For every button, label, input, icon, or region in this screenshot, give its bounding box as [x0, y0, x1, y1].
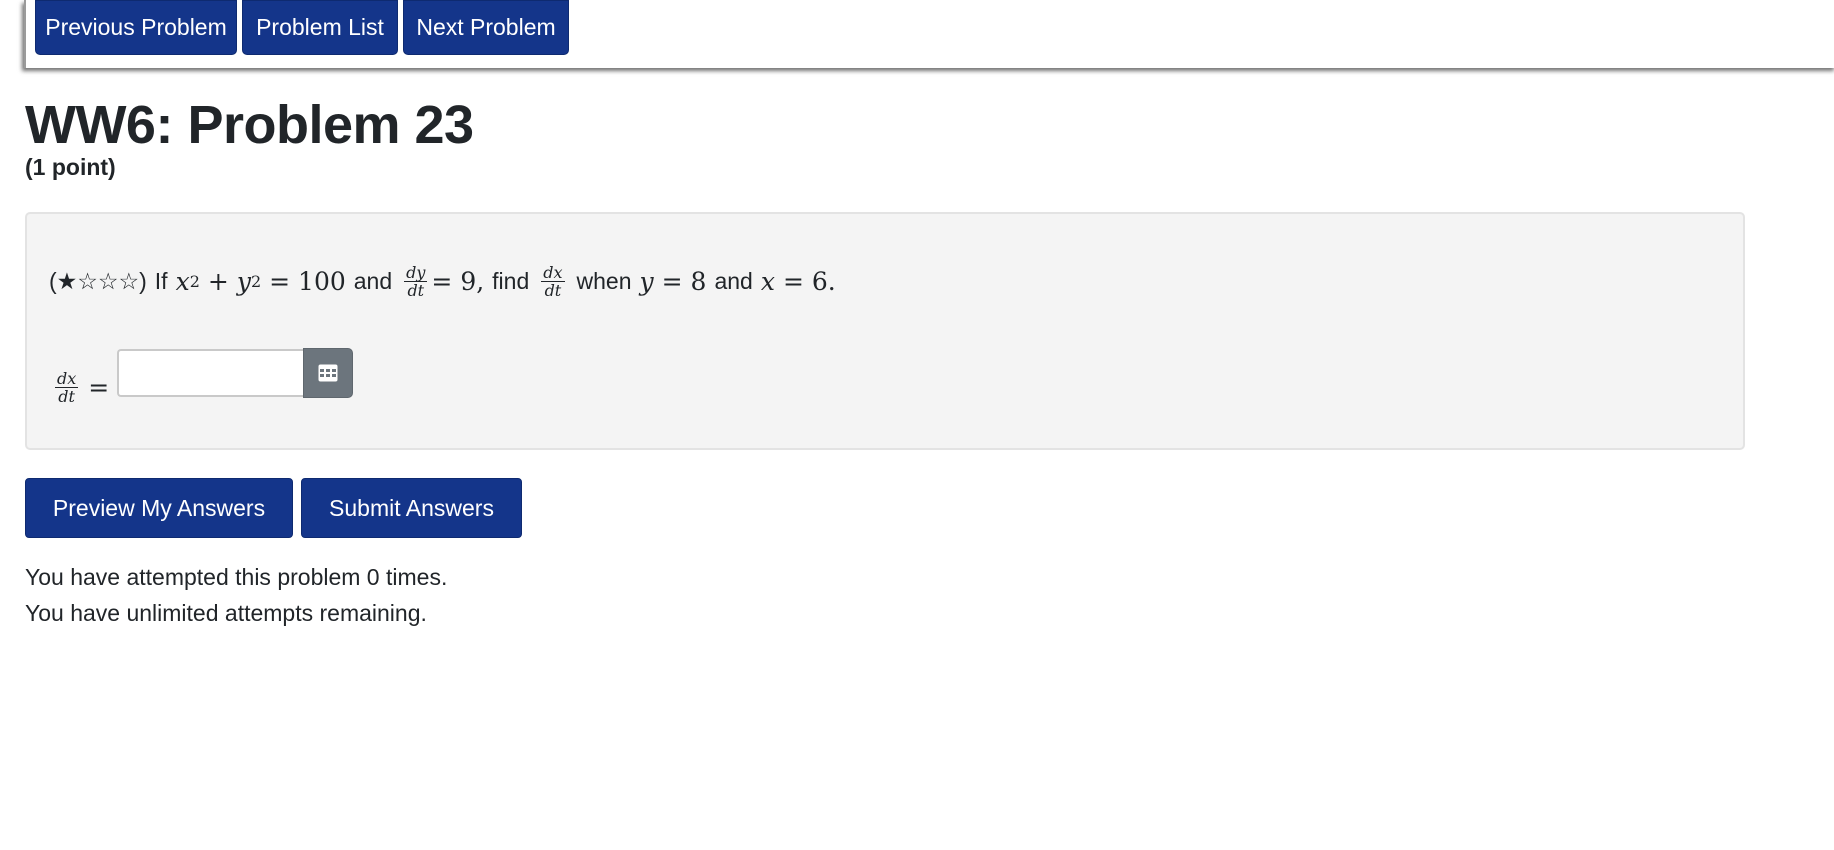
fraction-dy-dt: dy dt — [404, 263, 428, 300]
problem-points: (1 point) — [25, 154, 116, 180]
statement-text-and: and — [353, 268, 393, 294]
math-x: x — [175, 267, 190, 296]
math-cond-y: y — [639, 267, 654, 296]
answer-equals-sign: = — [88, 373, 110, 402]
math-plus: + — [207, 267, 229, 296]
next-problem-button[interactable]: Next Problem — [403, 0, 569, 55]
statement-text-and-2: and — [714, 268, 753, 294]
submit-answers-button[interactable]: Submit Answers — [301, 478, 522, 538]
fraction-numerator: dx — [55, 369, 79, 388]
statement-text-when: when — [576, 268, 632, 294]
math-cond-x: x — [760, 267, 775, 296]
remaining-attempts-status: You have unlimited attempts remaining. — [25, 600, 427, 626]
fraction-numerator: dy — [404, 263, 428, 282]
math-exponent: 2 — [189, 272, 200, 291]
fraction-denominator: dt — [407, 281, 425, 300]
attempts-status: You have attempted this problem 0 times. — [25, 564, 448, 590]
statement-text-find: find — [492, 268, 530, 294]
answer-label: dx dt = — [51, 370, 109, 405]
equation-editor-button[interactable] — [303, 347, 354, 398]
fraction-numerator: dx — [541, 263, 565, 282]
grid-icon — [318, 364, 338, 381]
math-y: y — [236, 267, 251, 296]
math-eq1-rhs: = 100 — [269, 267, 346, 296]
fraction-denominator: dt — [58, 387, 75, 406]
preview-answers-button[interactable]: Preview My Answers — [25, 478, 293, 538]
math-exponent: 2 — [250, 272, 262, 291]
problem-statement: (★☆☆☆) If x2 + y2 = 100 and dy dt = 9, f… — [49, 264, 836, 299]
previous-problem-button[interactable]: Previous Problem — [35, 0, 237, 55]
difficulty-rating: (★☆☆☆) — [49, 268, 147, 294]
statement-text-if: If — [154, 268, 168, 294]
fraction-dx-dt: dx dt — [55, 369, 79, 406]
problem-navigation-bar: Previous Problem Problem List Next Probl… — [24, 0, 1834, 68]
answer-row: dx dt = — [51, 340, 354, 405]
math-cond-y-value: = 8 — [661, 267, 707, 296]
page-title: WW6: Problem 23 — [25, 95, 474, 155]
fraction-denominator: dt — [544, 281, 562, 300]
math-eq2-rhs: = 9, — [431, 267, 485, 296]
problem-list-button[interactable]: Problem List — [242, 0, 398, 55]
problem-body: (★☆☆☆) If x2 + y2 = 100 and dy dt = 9, f… — [25, 212, 1745, 450]
fraction-dx-dt: dx dt — [541, 263, 565, 300]
answer-input[interactable] — [117, 348, 304, 397]
math-cond-x-value: = 6. — [782, 267, 836, 296]
